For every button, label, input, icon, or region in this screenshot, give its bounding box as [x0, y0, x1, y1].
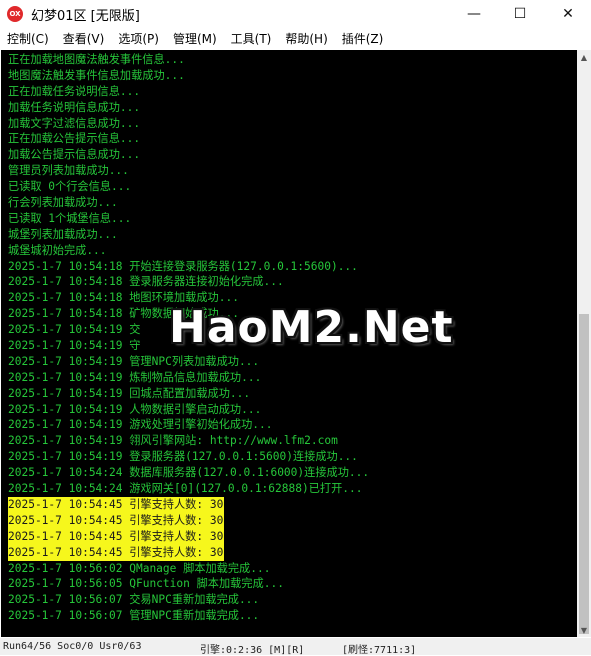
- log-line: 2025-1-7 10:54:24 游戏网关[0](127.0.0.1:6288…: [8, 482, 363, 496]
- scroll-up-icon[interactable]: ▲: [577, 50, 591, 64]
- menu-plugins[interactable]: 插件(Z): [335, 30, 384, 47]
- log-line: 2025-1-7 10:54:45 引擎支持人数: 30: [8, 544, 225, 561]
- menu-manage[interactable]: 管理(M): [166, 30, 217, 47]
- log-line: 已读取 1个城堡信息...: [8, 211, 132, 225]
- menu-control[interactable]: 控制(C): [0, 30, 49, 47]
- log-line: 2025-1-7 10:56:07 交易NPC重新加载完成...: [8, 593, 260, 607]
- log-line: 2025-1-7 10:54:45 引擎支持人数: 30: [8, 512, 225, 529]
- maximize-button[interactable]: ☐: [497, 0, 543, 28]
- log-line: 2025-1-7 10:54:45 引擎支持人数: 30: [8, 528, 225, 545]
- log-line: 行会列表加载成功...: [8, 196, 118, 210]
- log-line: 2025-1-7 10:54:18 登录服务器连接初始化完成...: [8, 275, 284, 289]
- minimize-button[interactable]: —: [451, 0, 497, 28]
- log-line: 加载公告提示信息成功...: [8, 148, 141, 162]
- log-line: 2025-1-7 10:56:07 管理NPC重新加载完成...: [8, 609, 260, 623]
- log-line: 城堡列表加载成功...: [8, 227, 118, 241]
- log-line: 加载文字过滤信息成功...: [8, 116, 141, 130]
- menu-options[interactable]: 选项(P): [111, 30, 159, 47]
- log-line: 正在加载任务说明信息...: [8, 84, 141, 98]
- close-button[interactable]: ✕: [545, 0, 591, 28]
- log-line: 城堡城初始完成...: [8, 243, 107, 257]
- log-line: 2025-1-7 10:56:02 QManage 脚本加载完成...: [8, 561, 271, 575]
- log-line: 2025-1-7 10:54:19 管理NPC列表加载成功...: [8, 354, 260, 368]
- watermark: HaoM2.Net: [169, 302, 454, 353]
- log-line: 管理员列表加载成功...: [8, 164, 129, 178]
- log-line: 2025-1-7 10:54:24 数据库服务器(127.0.0.1:6000)…: [8, 466, 370, 480]
- log-line: 2025-1-7 10:54:45 引擎支持人数: 30: [8, 496, 225, 513]
- log-console[interactable]: 正在加载地图魔法触发事件信息... 地图魔法触发事件信息加载成功... 正在加载任务…: [1, 50, 577, 637]
- menu-help[interactable]: 帮助(H): [278, 30, 327, 47]
- status-engine: 引擎:0:2:36 [M][R]: [200, 645, 305, 656]
- log-line: 地图魔法触发事件信息加载成功...: [8, 68, 185, 82]
- menu-view[interactable]: 查看(V): [56, 30, 105, 47]
- title-bar: OX 幻梦01区 [无限版] — ☐ ✕: [0, 0, 591, 28]
- app-icon: OX: [7, 6, 23, 22]
- status-bar: Run64/56 Soc0/0 Usr0/63 引擎:0:2:36 [M][R]…: [0, 638, 591, 656]
- menu-tools[interactable]: 工具(T): [224, 30, 272, 47]
- vertical-scrollbar[interactable]: ▲ ▼: [577, 50, 591, 637]
- status-version: [刷怪:7711:3]: [342, 645, 417, 656]
- log-line: 2025-1-7 10:54:19 人物数据引擎启动成功...: [8, 402, 262, 416]
- scroll-down-icon[interactable]: ▼: [577, 623, 591, 637]
- status-connections: Run64/56 Soc0/0 Usr0/63: [3, 641, 142, 652]
- log-line: 2025-1-7 10:54:19 游戏处理引擎初始化成功...: [8, 418, 273, 432]
- log-line: 正在加载地图魔法触发事件信息...: [8, 53, 185, 66]
- log-line: 2025-1-7 10:54:19 登录服务器(127.0.0.1:5600)连…: [8, 450, 358, 464]
- log-line: 加载任务说明信息成功...: [8, 100, 141, 114]
- log-line: 2025-1-7 10:54:19 翎风引擎网站: http://www.lfm…: [8, 434, 338, 448]
- menu-bar: 控制(C) 查看(V) 选项(P) 管理(M) 工具(T) 帮助(H) 插件(Z…: [0, 28, 591, 49]
- log-line: 2025-1-7 10:54:19 炼制物品信息加载成功...: [8, 370, 262, 384]
- log-line: 已读取 0个行会信息...: [8, 180, 132, 194]
- window-title: 幻梦01区 [无限版]: [31, 8, 140, 24]
- log-line: 2025-1-7 10:56:05 QFunction 脚本加载完成...: [8, 577, 284, 591]
- log-line: 2025-1-7 10:54:18 开始连接登录服务器(127.0.0.1:56…: [8, 259, 358, 273]
- log-line: 正在加载公告提示信息...: [8, 132, 141, 146]
- log-line: 2025-1-7 10:54:19 回城点配置加载成功...: [8, 386, 251, 400]
- scroll-thumb[interactable]: [579, 314, 589, 634]
